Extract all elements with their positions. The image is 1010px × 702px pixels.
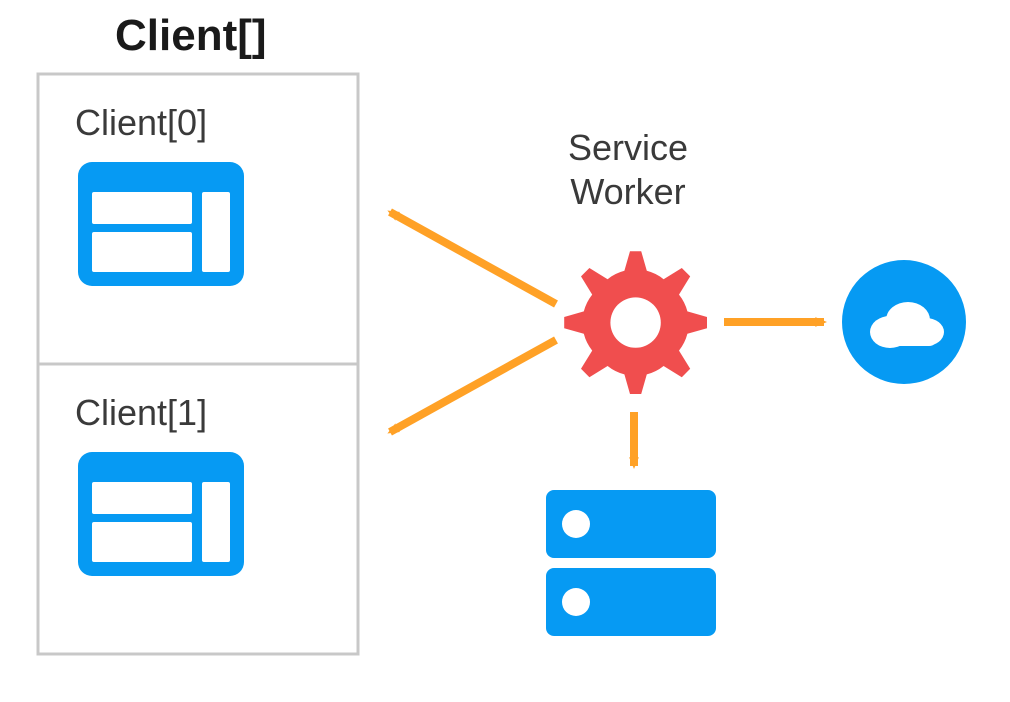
service-worker-label-line2: Worker: [570, 171, 685, 212]
cloud-icon: [842, 260, 966, 384]
browser-window-icon: [78, 452, 244, 576]
arrow-sw-to-client1: [390, 340, 556, 432]
database-server-icon: [546, 490, 716, 636]
service-worker-label: Service Worker: [568, 127, 688, 212]
gear-icon: [564, 251, 707, 394]
client-0-label: Client[0]: [75, 102, 207, 143]
client-1-label: Client[1]: [75, 392, 207, 433]
arrow-sw-to-client0: [390, 212, 556, 304]
client-0-box: Client[0]: [38, 74, 358, 364]
clients-container: Client[0] Client[1]: [38, 74, 358, 654]
browser-window-icon: [78, 162, 244, 286]
diagram-title: Client[]: [115, 11, 267, 60]
client-1-box: Client[1]: [38, 364, 358, 654]
service-worker-label-line1: Service: [568, 127, 688, 168]
service-worker-architecture-diagram: Client[] Client[0] Client[1]: [0, 0, 1010, 702]
